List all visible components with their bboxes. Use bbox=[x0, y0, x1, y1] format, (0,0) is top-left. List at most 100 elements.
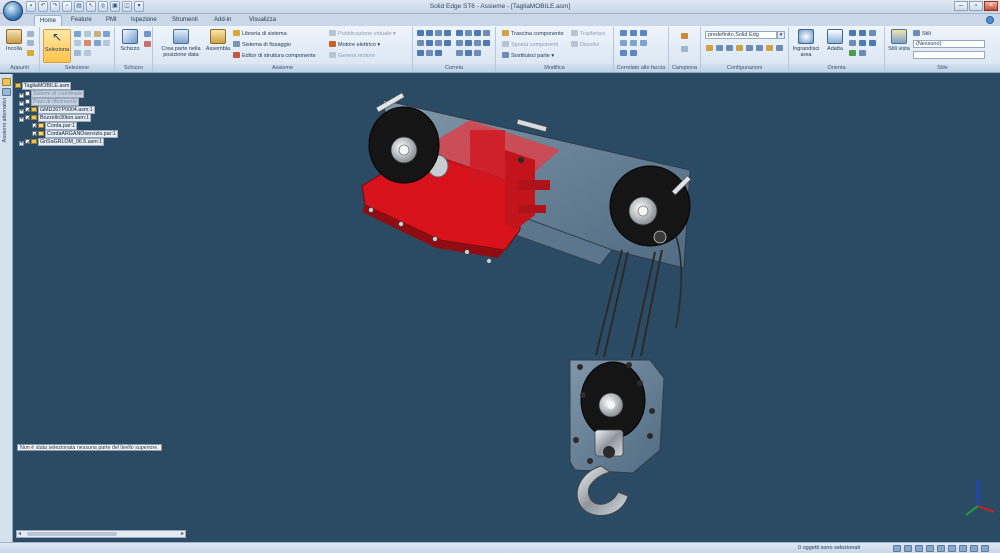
sketch-button[interactable]: Schizzo bbox=[118, 29, 142, 52]
pan-status-icon[interactable] bbox=[926, 545, 934, 552]
move-components-button[interactable]: Sposta componenti bbox=[502, 41, 558, 48]
chevron-down-icon[interactable]: ▾ bbox=[777, 31, 785, 39]
style-select[interactable]: (Nessuno) bbox=[913, 40, 985, 48]
generate-motor-button[interactable]: Genera motore bbox=[329, 52, 375, 59]
config-6-icon[interactable] bbox=[756, 45, 763, 51]
lock-icon[interactable] bbox=[435, 50, 442, 56]
face-relate-6-icon[interactable] bbox=[640, 40, 647, 46]
rotate-status-icon[interactable] bbox=[937, 545, 945, 552]
gear-icon[interactable] bbox=[426, 40, 433, 46]
maximize-icon[interactable]: ▫ bbox=[969, 1, 983, 11]
config-1-icon[interactable] bbox=[706, 45, 713, 51]
config-5-icon[interactable] bbox=[746, 45, 753, 51]
shading-status-icon[interactable] bbox=[959, 545, 967, 552]
display-status-icon[interactable] bbox=[970, 545, 978, 552]
insert-icon[interactable] bbox=[444, 30, 451, 36]
assemble-button[interactable]: Assembla bbox=[205, 29, 231, 52]
offset-icon[interactable] bbox=[426, 50, 433, 56]
fastener-system-button[interactable]: Sistema di fissaggio bbox=[233, 41, 291, 48]
select-filter-icon[interactable] bbox=[74, 31, 81, 37]
select-tools-icon[interactable] bbox=[84, 50, 91, 56]
configuration-select[interactable]: predefinito,Solid Edg bbox=[705, 31, 777, 39]
scroll-left-icon[interactable]: ◂ bbox=[18, 530, 21, 537]
relations-helper-icon[interactable] bbox=[483, 40, 490, 46]
pan-icon[interactable] bbox=[859, 30, 866, 36]
spin-about-icon[interactable] bbox=[859, 50, 866, 56]
copy-icon[interactable] bbox=[27, 40, 34, 46]
view-orient-icon[interactable] bbox=[849, 40, 856, 46]
view-styles-button[interactable]: Stili vista bbox=[888, 29, 910, 52]
config-4-icon[interactable] bbox=[736, 45, 743, 51]
select-box-icon[interactable] bbox=[84, 31, 91, 37]
suppress-icon[interactable] bbox=[456, 50, 463, 56]
select-query-icon[interactable] bbox=[74, 50, 81, 56]
cut-icon[interactable] bbox=[27, 31, 34, 37]
config-7-icon[interactable] bbox=[766, 45, 773, 51]
replace-part-button[interactable]: Sostituisci parte ▾ bbox=[502, 52, 554, 59]
help-icon[interactable] bbox=[986, 16, 994, 24]
assembly-pathfinder-icon[interactable] bbox=[2, 78, 11, 86]
refresh-icon[interactable] bbox=[849, 50, 856, 56]
paste-button[interactable]: Incolla bbox=[3, 29, 25, 52]
config-8-icon[interactable] bbox=[776, 45, 783, 51]
tab-strumenti[interactable]: Strumenti bbox=[167, 15, 203, 26]
format-painter-icon[interactable] bbox=[27, 50, 34, 56]
styles-button[interactable]: Stili bbox=[913, 30, 931, 37]
select-button[interactable]: ↖ Seleziona bbox=[43, 29, 71, 63]
alternate-assemblies-icon[interactable] bbox=[2, 88, 11, 96]
match-cs-icon[interactable] bbox=[435, 40, 442, 46]
style-select-2[interactable] bbox=[913, 51, 985, 59]
select-parts-icon[interactable] bbox=[94, 31, 101, 37]
dissolve-button[interactable]: Dissolvi bbox=[571, 41, 599, 48]
select-show-icon[interactable] bbox=[94, 40, 101, 46]
tangent-icon[interactable] bbox=[474, 30, 481, 36]
fit-button[interactable]: Adatta bbox=[823, 29, 847, 52]
show-relations-icon[interactable] bbox=[465, 50, 472, 56]
structure-editor-button[interactable]: Editor di struttura componente bbox=[233, 52, 316, 59]
face-relate-5-icon[interactable] bbox=[630, 40, 637, 46]
zoom-status-icon[interactable] bbox=[904, 545, 912, 552]
view-status-icon[interactable] bbox=[948, 545, 956, 552]
path-icon[interactable] bbox=[444, 40, 451, 46]
view-cube-icon[interactable] bbox=[869, 40, 876, 46]
rotate-icon[interactable] bbox=[869, 30, 876, 36]
zoom-area-button[interactable]: Ingrandisci area bbox=[791, 29, 821, 58]
flip-icon[interactable] bbox=[417, 50, 424, 56]
center-plane-icon[interactable] bbox=[474, 40, 481, 46]
mirror-icon[interactable] bbox=[681, 46, 688, 52]
right-sheave[interactable] bbox=[609, 165, 692, 247]
options-status-icon[interactable] bbox=[981, 545, 989, 552]
planar-align-icon[interactable] bbox=[426, 30, 433, 36]
select-edges-icon[interactable] bbox=[103, 31, 110, 37]
mate-icon[interactable] bbox=[417, 30, 424, 36]
face-relate-7-icon[interactable] bbox=[620, 50, 627, 56]
parallel-icon[interactable] bbox=[417, 40, 424, 46]
config-3-icon[interactable] bbox=[726, 45, 733, 51]
face-relate-8-icon[interactable] bbox=[630, 50, 637, 56]
minimize-icon[interactable]: – bbox=[954, 1, 968, 11]
zoom-area-status-icon[interactable] bbox=[893, 545, 901, 552]
edit-definition-icon[interactable] bbox=[474, 50, 481, 56]
face-relate-2-icon[interactable] bbox=[630, 30, 637, 36]
drag-component-button[interactable]: Trascina componente bbox=[502, 30, 564, 37]
scroll-right-icon[interactable]: ▸ bbox=[181, 530, 184, 537]
transfer-button[interactable]: Trasferisci bbox=[571, 30, 605, 37]
sketch-plane-icon[interactable] bbox=[144, 31, 151, 37]
pattern-icon[interactable] bbox=[681, 33, 688, 39]
fit-status-icon[interactable] bbox=[915, 545, 923, 552]
face-relate-3-icon[interactable] bbox=[640, 30, 647, 36]
previous-view-icon[interactable] bbox=[859, 40, 866, 46]
select-faces-icon[interactable] bbox=[74, 40, 81, 46]
face-relate-1-icon[interactable] bbox=[620, 30, 627, 36]
select-all-icon[interactable] bbox=[103, 40, 110, 46]
face-relate-4-icon[interactable] bbox=[620, 40, 627, 46]
tab-add-in[interactable]: Add-in bbox=[209, 15, 236, 26]
tree-scrollbar[interactable]: ◂ ▸ bbox=[16, 530, 186, 538]
system-library-button[interactable]: Libreria di sistema bbox=[233, 30, 287, 37]
create-part-in-place-button[interactable]: Crea parte nella posizione data bbox=[157, 29, 205, 58]
tab-pmi[interactable]: PMI bbox=[101, 15, 122, 26]
tab-ispezione[interactable]: Ispezione bbox=[126, 15, 162, 26]
application-button[interactable] bbox=[3, 1, 23, 21]
tab-visualizza[interactable]: Visualizza bbox=[244, 15, 281, 26]
rigid-set-icon[interactable] bbox=[456, 40, 463, 46]
